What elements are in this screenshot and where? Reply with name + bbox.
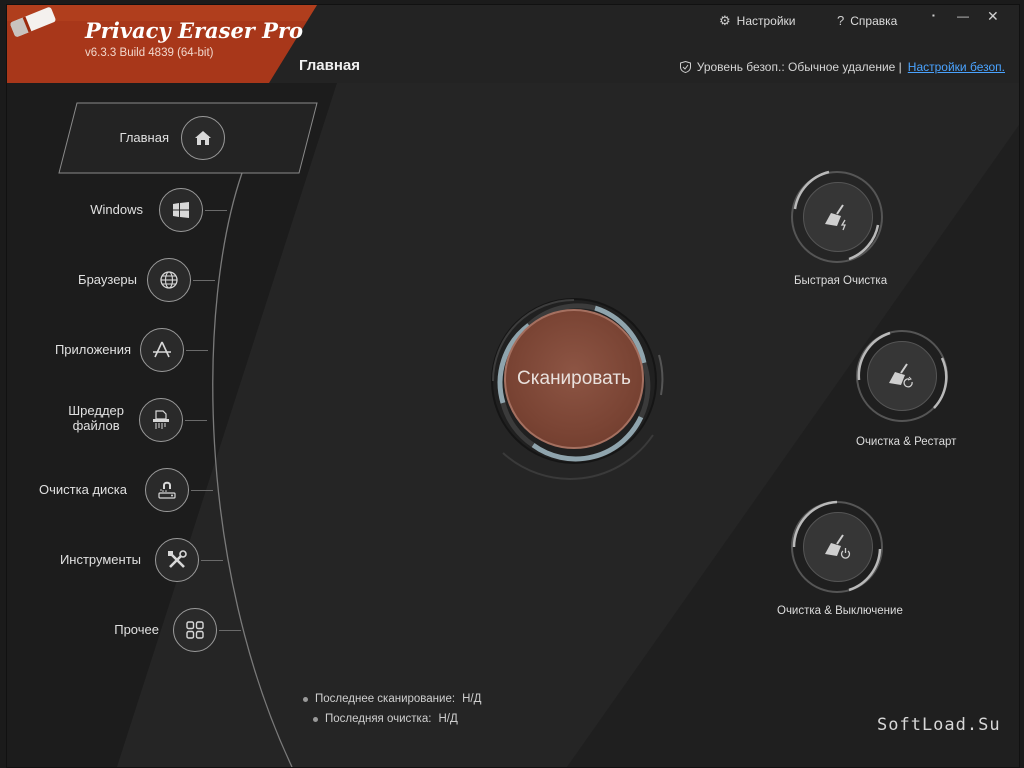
nav-connector — [205, 210, 227, 211]
last-clean-status: Последняя очистка: Н/Д — [313, 713, 458, 725]
nav-connector — [193, 280, 215, 281]
help-label: Справка — [850, 13, 898, 28]
question-icon: ? — [837, 13, 845, 28]
settings-button[interactable]: ⚙ Настройки — [719, 13, 796, 29]
help-button[interactable]: ? Справка — [837, 13, 897, 28]
app-store-icon — [140, 328, 184, 372]
last-scan-value: Н/Д — [462, 693, 482, 705]
sidebar-item-label: Шреддер файлов — [68, 403, 124, 433]
sidebar-item-other[interactable]: Прочее — [7, 605, 247, 655]
watermark: SoftLoad.Su — [877, 715, 1001, 735]
sidebar-item-label: Главная — [119, 130, 169, 145]
security-settings-link[interactable]: Настройки безоп. — [908, 60, 1005, 74]
sidebar-item-label: Браузеры — [78, 272, 137, 287]
brand-banner: Privacy Eraser Pro v6.3.3 Build 4839 (64… — [7, 5, 317, 83]
close-button[interactable]: ✕ — [987, 8, 999, 25]
sidebar-item-applications[interactable]: Приложения — [7, 325, 247, 375]
broom-lightning-icon — [803, 182, 873, 252]
last-clean-value: Н/Д — [438, 713, 458, 725]
menu-dot-button[interactable]: ▪ — [932, 11, 935, 20]
page-title: Главная — [299, 57, 361, 74]
sidebar-item-label: Прочее — [114, 622, 159, 637]
label-line-1: Шреддер — [68, 403, 124, 418]
minimize-button[interactable]: — — [957, 9, 969, 23]
last-scan-status: Последнее сканирование: Н/Д — [303, 693, 481, 705]
app-version: v6.3.3 Build 4839 (64-bit) — [85, 47, 214, 59]
shield-icon — [679, 61, 691, 73]
sidebar-item-label: Windows — [90, 202, 143, 217]
sidebar-item-label: Инструменты — [59, 552, 141, 567]
tools-icon — [155, 538, 199, 582]
bullet — [313, 716, 318, 722]
gear-icon: ⚙ — [719, 13, 731, 28]
disk-magnet-icon — [145, 468, 189, 512]
shredder-icon — [139, 398, 183, 442]
eraser-logo-icon — [10, 7, 56, 37]
scan-button[interactable]: Сканировать — [504, 309, 644, 449]
nav-connector — [185, 420, 207, 421]
globe-icon — [147, 258, 191, 302]
nav-connector — [201, 560, 223, 561]
sidebar-item-shredder[interactable]: Шреддер файлов — [7, 393, 247, 443]
last-scan-label: Последнее сканирование: — [315, 693, 456, 705]
nav-connector — [186, 350, 208, 351]
broom-restart-icon — [867, 341, 937, 411]
home-icon — [181, 116, 225, 160]
label-line-2: файлов — [72, 418, 120, 433]
last-clean-label: Последняя очистка: — [325, 713, 432, 725]
settings-label: Настройки — [736, 14, 796, 28]
sidebar-item-label: Приложения — [54, 342, 131, 357]
broom-power-icon — [803, 512, 873, 582]
security-text: Уровень безоп.: Обычное удаление | — [696, 60, 902, 74]
sidebar-item-home[interactable]: Главная — [77, 113, 317, 163]
security-level: Уровень безоп.: Обычное удаление | Настр… — [679, 60, 1005, 74]
sidebar-item-windows[interactable]: Windows — [7, 185, 247, 235]
sidebar-item-tools[interactable]: Инструменты — [7, 535, 247, 585]
sidebar-item-label: Очистка диска — [39, 482, 127, 497]
clean-restart-label: Очистка & Рестарт — [856, 436, 957, 448]
app-window: Privacy Eraser Pro v6.3.3 Build 4839 (64… — [6, 4, 1020, 768]
sidebar-item-disk-cleanup[interactable]: Очистка диска — [7, 465, 247, 515]
nav-connector — [191, 490, 213, 491]
windows-icon — [159, 188, 203, 232]
quick-clean-label: Быстрая Очистка — [794, 275, 888, 287]
grid-icon — [173, 608, 217, 652]
sidebar-item-browsers[interactable]: Браузеры — [7, 255, 247, 305]
bullet — [303, 696, 308, 702]
nav-connector — [219, 630, 241, 631]
clean-shutdown-label: Очистка & Выключение — [777, 605, 903, 617]
app-title: Privacy Eraser Pro — [85, 18, 304, 43]
